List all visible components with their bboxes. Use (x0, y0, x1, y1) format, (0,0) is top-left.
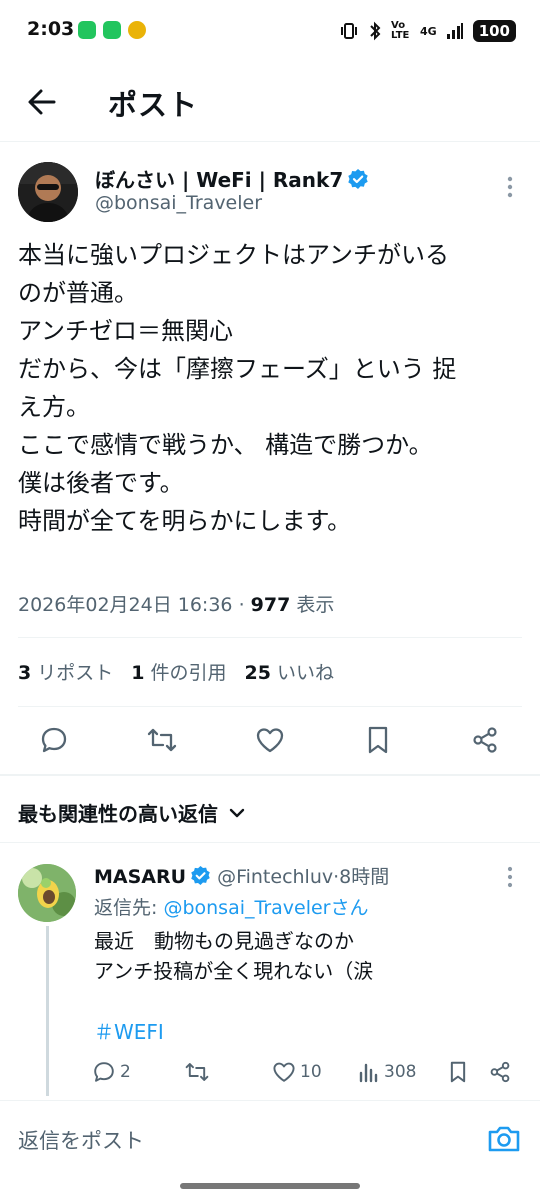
post-view-count: 977 (250, 594, 291, 616)
heart-icon (256, 728, 284, 753)
reposts-stat[interactable]: 3 リポスト (18, 658, 113, 685)
arrow-left-icon (28, 89, 56, 115)
quotes-stat[interactable]: 1 件の引用 (131, 658, 226, 685)
like-button[interactable] (248, 718, 292, 762)
reply-like-button[interactable]: 10 (272, 1058, 322, 1086)
share-icon (490, 1061, 510, 1083)
reply-author-handle[interactable]: @Fintechluv (217, 866, 333, 888)
app-notification-icon (128, 21, 146, 39)
replies-sort-label: 最も関連性の高い返信 (18, 802, 218, 826)
app-notification-icon (103, 21, 121, 39)
volte-indicator: Vo LTE (391, 20, 410, 41)
reply-view-count: 308 (384, 1062, 417, 1082)
reply-input[interactable]: 返信をポスト (18, 1125, 144, 1155)
verified-badge-icon (191, 865, 210, 886)
share-icon (473, 727, 497, 753)
divider (18, 637, 522, 638)
reply-time[interactable]: 8時間 (339, 866, 389, 888)
reply-share-button[interactable] (488, 1058, 512, 1086)
bookmark-icon (450, 1061, 466, 1083)
author-handle[interactable]: @bonsai_Traveler (95, 192, 262, 214)
more-vertical-icon (507, 866, 513, 888)
reply-avatar[interactable] (18, 864, 76, 922)
verified-badge-icon (348, 169, 368, 189)
app-notification-icon (78, 21, 96, 39)
author-avatar[interactable] (18, 162, 78, 222)
vibrate-icon (341, 23, 357, 39)
home-indicator[interactable] (180, 1183, 360, 1189)
views-chart-icon (359, 1063, 378, 1083)
reply-to-handle[interactable]: @bonsai_Travelerさん (163, 897, 368, 919)
more-vertical-icon (507, 176, 513, 198)
replies-sort-dropdown[interactable]: 最も関連性の高い返信 (18, 798, 246, 827)
post-timestamp: 2026年02月24日 16:36 (18, 594, 233, 616)
battery-indicator: 100 (472, 20, 516, 42)
reply-author-name[interactable]: MASARU (94, 866, 186, 888)
repost-icon (185, 1063, 209, 1081)
bookmark-button[interactable] (356, 718, 400, 762)
post-actions (0, 718, 540, 766)
bluetooth-icon (370, 21, 381, 41)
post-more-button[interactable] (498, 172, 522, 202)
author-name: ぼんさい | WeFi | Rank7 (95, 168, 344, 192)
reply-header: MASARU @Fintechluv·8時間 (94, 862, 389, 889)
reply-like-count: 10 (300, 1062, 322, 1082)
reply-to: 返信先: @bonsai_Travelerさん (94, 897, 369, 919)
divider (18, 706, 522, 707)
bookmark-icon (368, 726, 388, 754)
reply-text: 最近 動物もの見過ぎなのか アンチ投稿が全く現れない（涙 (94, 929, 374, 983)
post-text: 本当に強いプロジェクトはアンチがいる のが普通。 アンチゼロ＝無関心 だから、今… (18, 241, 457, 535)
share-button[interactable] (463, 718, 507, 762)
top-bar: ポスト (0, 62, 540, 142)
reply-reply-count: 2 (120, 1062, 131, 1082)
reply-bookmark-button[interactable] (448, 1058, 468, 1086)
reply-reply-button[interactable]: 2 (92, 1058, 131, 1086)
reply-icon (41, 727, 67, 753)
status-bar: 2:03 Vo LTE 4G 100 (0, 0, 540, 62)
chevron-down-icon (229, 808, 245, 817)
reply-icon (94, 1062, 114, 1082)
back-button[interactable] (22, 82, 62, 122)
reply-actions: 2 10 308 (92, 1058, 522, 1086)
repost-button[interactable] (140, 718, 184, 762)
signal-icon (446, 23, 463, 39)
thread-line (46, 926, 49, 1096)
reply-more-button[interactable] (498, 864, 522, 890)
reply-hashtag[interactable]: ＃WEFI (94, 1016, 164, 1045)
reply-button[interactable] (32, 718, 76, 762)
reply-views-button[interactable]: 308 (358, 1058, 416, 1086)
network-type: 4G (420, 24, 437, 38)
status-time: 2:03 (27, 18, 75, 40)
divider (0, 842, 540, 843)
reply-repost-button[interactable] (184, 1058, 210, 1086)
post-view-label: 表示 (296, 594, 335, 616)
page-title: ポスト (108, 88, 199, 122)
repost-icon (147, 728, 177, 752)
camera-icon (488, 1126, 520, 1152)
camera-button[interactable] (486, 1121, 522, 1157)
author-name-link[interactable]: ぼんさい | WeFi | Rank7 (95, 164, 369, 193)
divider (0, 774, 540, 776)
heart-icon (273, 1062, 295, 1082)
likes-stat[interactable]: 25 いいね (245, 658, 334, 685)
post-meta: 2026年02月24日 16:36 · 977 表示 (18, 594, 335, 616)
post-stats: 3 リポスト 1 件の引用 25 いいね (18, 658, 334, 685)
